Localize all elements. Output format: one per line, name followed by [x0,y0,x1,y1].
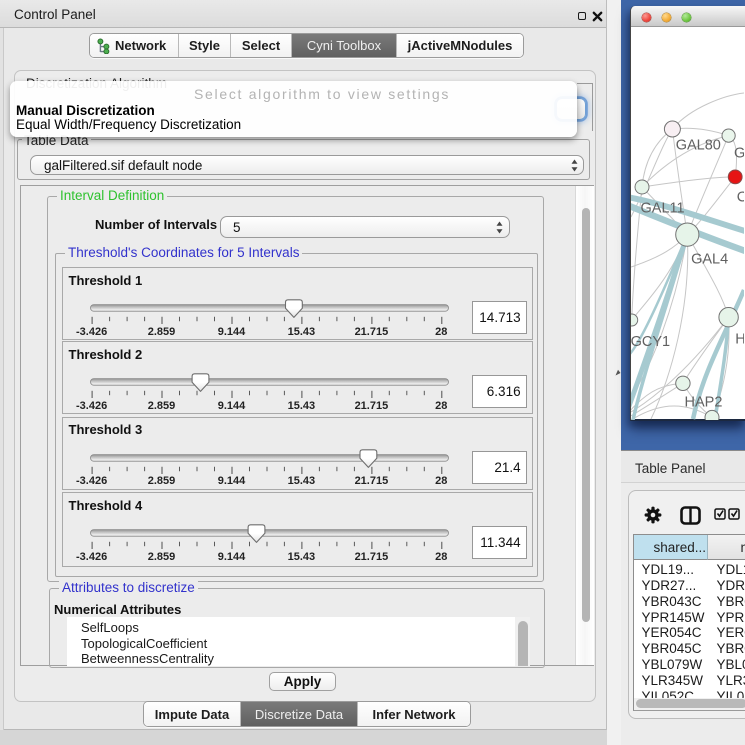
svg-text:H: H [735,332,744,348]
svg-text:HAP2: HAP2 [685,394,723,410]
svg-text:GAL4: GAL4 [691,251,728,267]
svg-text:GA: GA [734,146,744,162]
svg-text:GAL11: GAL11 [641,201,685,217]
svg-text:GCY1: GCY1 [631,334,670,350]
svg-text:GAL80: GAL80 [676,137,721,153]
svg-text:C: C [737,190,744,206]
